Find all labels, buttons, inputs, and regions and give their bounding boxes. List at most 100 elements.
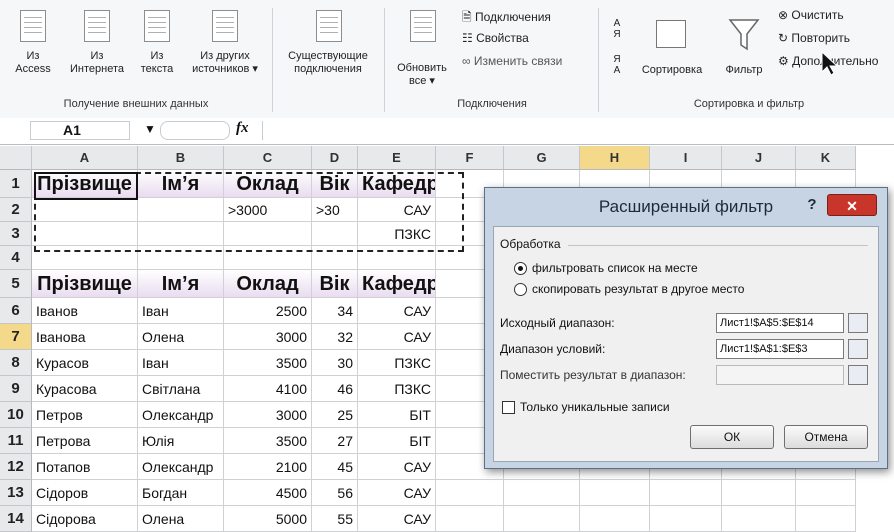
select-all-corner[interactable] xyxy=(0,146,32,170)
column-header-c[interactable]: C xyxy=(224,146,312,170)
row-header-12[interactable]: 12 xyxy=(0,454,32,480)
cell-b8[interactable]: Іван xyxy=(138,350,224,376)
column-header-k[interactable]: K xyxy=(796,146,856,170)
column-header-e[interactable]: E xyxy=(358,146,436,170)
copy-to-location-radio[interactable] xyxy=(514,283,527,296)
cell-d1[interactable]: Вік xyxy=(312,170,358,198)
cell-b4[interactable] xyxy=(138,246,224,270)
cell-a9[interactable]: Курасова xyxy=(32,376,138,402)
criteria-range-collapse-icon[interactable] xyxy=(848,339,868,359)
cell-b3[interactable] xyxy=(138,222,224,246)
cell-e1[interactable]: Кафедра xyxy=(358,170,436,198)
row-header-13[interactable]: 13 xyxy=(0,480,32,506)
cell-b1[interactable]: Ім’я xyxy=(138,170,224,198)
cell-b10[interactable]: Олександр xyxy=(138,402,224,428)
cell-d7[interactable]: 32 xyxy=(312,324,358,350)
fx-icon[interactable]: fx xyxy=(236,120,249,137)
column-header-i[interactable]: I xyxy=(650,146,722,170)
cell-e8[interactable]: ПЗКС xyxy=(358,350,436,376)
cell-b7[interactable]: Олена xyxy=(138,324,224,350)
row-header-4[interactable]: 4 xyxy=(0,246,32,270)
from-other-sources-button[interactable]: Из других источников ▾ xyxy=(184,6,266,86)
list-range-field[interactable]: Лист1!$A$5:$E$14 xyxy=(716,313,844,333)
cell-c4[interactable] xyxy=(224,246,312,270)
cell-c12[interactable]: 2100 xyxy=(224,454,312,480)
cell-b6[interactable]: Іван xyxy=(138,298,224,324)
cell-c7[interactable]: 3000 xyxy=(224,324,312,350)
column-header-a[interactable]: A xyxy=(32,146,138,170)
column-header-j[interactable]: J xyxy=(722,146,796,170)
filter-in-place-radio[interactable] xyxy=(514,262,527,275)
cell-e5[interactable]: Кафедра xyxy=(358,270,436,298)
cell-k14[interactable] xyxy=(796,506,856,532)
column-header-b[interactable]: B xyxy=(138,146,224,170)
row-header-9[interactable]: 9 xyxy=(0,376,32,402)
cell-c6[interactable]: 2500 xyxy=(224,298,312,324)
cell-e13[interactable]: САУ xyxy=(358,480,436,506)
copy-to-field[interactable] xyxy=(716,365,844,385)
cell-h13[interactable] xyxy=(580,480,650,506)
cell-i14[interactable] xyxy=(650,506,722,532)
cell-b12[interactable]: Олександр xyxy=(138,454,224,480)
cell-e6[interactable]: САУ xyxy=(358,298,436,324)
formula-input[interactable] xyxy=(262,121,891,140)
cell-g14[interactable] xyxy=(504,506,580,532)
cell-h14[interactable] xyxy=(580,506,650,532)
cell-c5[interactable]: Оклад xyxy=(224,270,312,298)
row-header-5[interactable]: 5 xyxy=(0,270,32,298)
cell-a1[interactable]: Прізвище xyxy=(32,170,138,198)
cell-d14[interactable]: 55 xyxy=(312,506,358,532)
cell-e2[interactable]: САУ xyxy=(358,198,436,222)
cell-b9[interactable]: Світлана xyxy=(138,376,224,402)
cell-c3[interactable] xyxy=(224,222,312,246)
properties-button[interactable]: ☷ Свойства xyxy=(462,31,529,45)
row-header-8[interactable]: 8 xyxy=(0,350,32,376)
cell-e4[interactable] xyxy=(358,246,436,270)
filter-in-place-label[interactable]: фильтровать список на месте xyxy=(532,261,698,275)
cell-a3[interactable] xyxy=(32,222,138,246)
cell-j13[interactable] xyxy=(722,480,796,506)
connections-button[interactable]: 🗎 Подключения xyxy=(462,8,551,29)
column-header-d[interactable]: D xyxy=(312,146,358,170)
from-web-button[interactable]: Из Интернета xyxy=(64,6,130,86)
cell-a4[interactable] xyxy=(32,246,138,270)
cell-k13[interactable] xyxy=(796,480,856,506)
help-button[interactable]: ? xyxy=(803,196,821,216)
cell-e7[interactable]: САУ xyxy=(358,324,436,350)
row-header-11[interactable]: 11 xyxy=(0,428,32,454)
cell-f13[interactable] xyxy=(436,480,504,506)
cell-e9[interactable]: ПЗКС xyxy=(358,376,436,402)
cell-d8[interactable]: 30 xyxy=(312,350,358,376)
cell-i13[interactable] xyxy=(650,480,722,506)
cell-b2[interactable] xyxy=(138,198,224,222)
cell-d4[interactable] xyxy=(312,246,358,270)
column-header-g[interactable]: G xyxy=(504,146,580,170)
copy-to-collapse-icon[interactable] xyxy=(848,365,868,385)
cell-c8[interactable]: 3500 xyxy=(224,350,312,376)
sort-az-button[interactable]: А Я xyxy=(604,18,630,44)
cell-e3[interactable]: ПЗКС xyxy=(358,222,436,246)
cell-e11[interactable]: БІТ xyxy=(358,428,436,454)
cell-b11[interactable]: Юлія xyxy=(138,428,224,454)
column-header-h[interactable]: H xyxy=(580,146,650,170)
name-box[interactable]: A1 xyxy=(30,121,130,140)
cell-d2[interactable]: >30 xyxy=(312,198,358,222)
cell-a8[interactable]: Курасов xyxy=(32,350,138,376)
unique-records-label[interactable]: Только уникальные записи xyxy=(520,400,670,414)
cell-b14[interactable]: Олена xyxy=(138,506,224,532)
cell-e12[interactable]: САУ xyxy=(358,454,436,480)
row-header-10[interactable]: 10 xyxy=(0,402,32,428)
filter-button[interactable]: Фильтр xyxy=(716,6,772,86)
cell-f14[interactable] xyxy=(436,506,504,532)
reapply-button[interactable]: ↻ Повторить xyxy=(778,31,850,45)
row-header-14[interactable]: 14 xyxy=(0,506,32,532)
cell-c11[interactable]: 3500 xyxy=(224,428,312,454)
existing-connections-button[interactable]: Существующие подключения xyxy=(276,6,380,86)
close-button[interactable]: ✕ xyxy=(827,194,877,216)
cell-a5[interactable]: Прізвище xyxy=(32,270,138,298)
cell-d12[interactable]: 45 xyxy=(312,454,358,480)
cell-a13[interactable]: Сідоров xyxy=(32,480,138,506)
copy-to-location-label[interactable]: скопировать результат в другое место xyxy=(532,282,744,296)
cell-e10[interactable]: БІТ xyxy=(358,402,436,428)
cell-a10[interactable]: Петров xyxy=(32,402,138,428)
